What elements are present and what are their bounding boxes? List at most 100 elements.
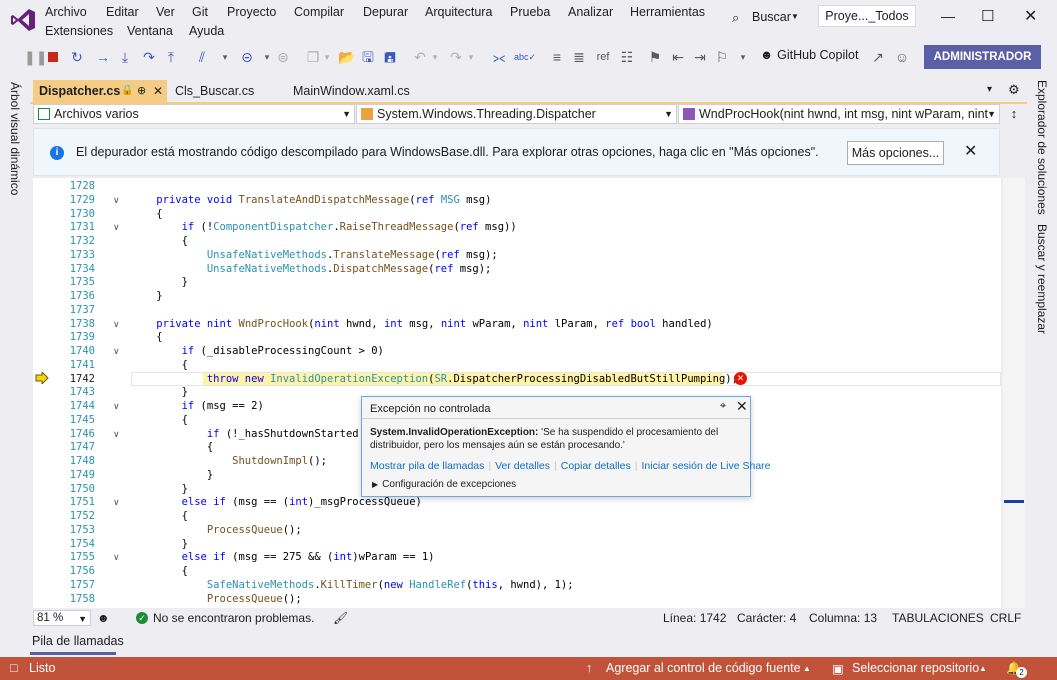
solution-name[interactable]: Proye..._Todos — [818, 5, 916, 27]
format-icon[interactable]: ⪥ — [490, 47, 508, 67]
split-window-icon[interactable]: ↕ — [1003, 104, 1025, 124]
copilot-status-icon[interactable]: ☻ — [97, 611, 110, 625]
navigate-back-icon[interactable]: ⊝ — [238, 47, 256, 67]
navigate-forward-icon[interactable]: ⊜ — [274, 47, 292, 67]
save-icon[interactable]: 🖫 — [360, 47, 376, 67]
maximize-icon[interactable]: ☐ — [981, 7, 994, 25]
menu-depurar[interactable]: Depurar — [363, 5, 408, 19]
restart-icon[interactable]: ↻ — [69, 47, 85, 67]
bookmark-icon[interactable]: ⚑ — [647, 47, 663, 67]
menu-proyecto[interactable]: Proyecto — [227, 5, 276, 19]
menu-ayuda[interactable]: Ayuda — [189, 24, 224, 38]
chevron-down-icon[interactable]: ▾ — [322, 47, 332, 67]
settings-icon[interactable]: ⚙ — [1008, 82, 1020, 98]
github-copilot-button[interactable]: ☻ GitHub Copilot — [760, 48, 858, 62]
vertical-scrollbar[interactable] — [1003, 178, 1025, 608]
tab-cls-buscar[interactable]: Cls_Buscar.cs — [169, 80, 287, 102]
view-details-link[interactable]: Ver detalles — [495, 460, 550, 472]
class-icon — [361, 108, 373, 120]
minimize-icon[interactable]: — — [941, 8, 955, 24]
close-tab-icon[interactable]: ✕ — [153, 80, 163, 102]
pause-icon[interactable]: ❚❚ — [24, 47, 47, 67]
show-next-statement-icon[interactable]: → — [96, 47, 110, 67]
tab-dispatcher[interactable]: Dispatcher.cs 🔒 ⊕ ✕ — [33, 80, 167, 102]
find-replace-tab[interactable]: Buscar y reemplazar — [1035, 224, 1049, 334]
add-to-source-control-button[interactable]: Agregar al control de código fuente — [606, 661, 801, 675]
redo-icon[interactable]: ↷ — [448, 47, 464, 67]
close-icon[interactable]: ✕ — [964, 141, 977, 161]
collapse-chevron-icon[interactable]: ∨ — [113, 429, 120, 440]
tab-call-stack[interactable]: Pila de llamadas — [32, 634, 124, 648]
stop-icon[interactable] — [46, 47, 60, 67]
collapse-chevron-icon[interactable]: ∨ — [113, 319, 120, 330]
chevron-down-icon[interactable]: ▾ — [220, 47, 230, 67]
hot-reload-icon[interactable]: ⫽ — [194, 47, 210, 67]
step-into-icon[interactable]: ⤓ — [117, 47, 133, 67]
error-icon[interactable]: ✕ — [734, 372, 747, 385]
copy-details-link[interactable]: Copiar detalles — [561, 460, 631, 472]
solution-explorer-tab[interactable]: Explorador de soluciones — [1035, 80, 1049, 215]
tab-mainwindow[interactable]: MainWindow.xaml.cs — [287, 80, 437, 102]
comment-icon[interactable]: ≡ — [548, 47, 566, 67]
collapse-chevron-icon[interactable]: ∨ — [113, 552, 120, 563]
collapse-chevron-icon[interactable]: ∨ — [113, 195, 120, 206]
menu-ventana[interactable]: Ventana — [127, 24, 173, 38]
menu-git[interactable]: Git — [192, 5, 208, 19]
menu-arquitectura[interactable]: Arquitectura — [425, 5, 492, 19]
step-out-icon[interactable]: ⤒ — [164, 47, 178, 67]
ref-icon[interactable]: ref — [594, 47, 612, 67]
live-share-link[interactable]: Iniciar sesión de Live Share — [642, 460, 771, 472]
step-over-icon[interactable]: ↷ — [141, 47, 157, 67]
feedback-icon[interactable]: ☺ — [894, 47, 910, 67]
menu-extensiones[interactable]: Extensiones — [45, 24, 113, 38]
clear-bookmarks-icon[interactable]: ⚐ — [714, 47, 730, 67]
tabs-indicator[interactable]: TABULACIONES — [892, 611, 984, 625]
show-call-stack-link[interactable]: Mostrar pila de llamadas — [370, 460, 484, 472]
collapse-chevron-icon[interactable]: ∨ — [113, 222, 120, 233]
chevron-down-icon[interactable]: ▾ — [987, 84, 992, 95]
live-visual-tree-tab[interactable]: Árbol visual dinámico — [8, 82, 22, 195]
more-options-button[interactable]: Más opciones... — [847, 141, 944, 165]
chevron-down-icon[interactable]: ▾ — [738, 47, 748, 67]
code-line: SafeNativeMethods.KillTimer(new HandleRe… — [206, 578, 574, 591]
uncomment-icon[interactable]: ≣ — [570, 47, 588, 67]
search-button[interactable]: ⌕ Buscar ▼ — [730, 6, 802, 26]
menu-analizar[interactable]: Analizar — [568, 5, 613, 19]
menu-prueba[interactable]: Prueba — [510, 5, 550, 19]
collapse-chevron-icon[interactable]: ∨ — [113, 346, 120, 357]
zoom-combo[interactable]: 81 % ▼ — [33, 610, 91, 626]
collapse-chevron-icon[interactable]: ∨ — [113, 497, 120, 508]
share-icon[interactable]: ↗ — [870, 47, 886, 67]
pin-icon[interactable]: ⌖ — [720, 400, 726, 413]
code-map-icon[interactable]: ☷ — [618, 47, 636, 67]
project-combo[interactable]: Archivos varios ▼ — [33, 104, 355, 124]
next-bookmark-icon[interactable]: ⇥ — [692, 47, 708, 67]
chevron-down-icon[interactable]: ▾ — [262, 47, 272, 67]
menu-archivo[interactable]: Archivo — [45, 5, 87, 19]
eol-indicator[interactable]: CRLF — [990, 611, 1021, 625]
chevron-down-icon[interactable]: ▾ — [466, 47, 476, 67]
undo-icon[interactable]: ↶ — [412, 47, 428, 67]
visual-studio-logo-icon[interactable] — [10, 7, 36, 33]
select-repository-button[interactable]: Seleccionar repositorio — [852, 661, 979, 675]
menu-compilar[interactable]: Compilar — [294, 5, 344, 19]
menu-herramientas[interactable]: Herramientas — [630, 5, 705, 19]
spell-check-icon[interactable]: abc✓ — [514, 47, 536, 67]
open-folder-icon[interactable]: 📂 — [338, 47, 355, 67]
exception-settings-expander[interactable]: ▶ Configuración de excepciones — [372, 479, 516, 490]
pin-icon[interactable]: ⊕ — [137, 80, 146, 102]
type-combo[interactable]: System.Windows.Threading.Dispatcher ▼ — [356, 104, 677, 124]
member-combo[interactable]: WndProcHook(nint hwnd, int msg, nint wPa… — [678, 104, 1000, 124]
collapse-chevron-icon[interactable]: ∨ — [113, 401, 120, 412]
chevron-down-icon[interactable]: ▾ — [430, 47, 440, 67]
close-window-icon[interactable]: ✕ — [1024, 6, 1037, 26]
previous-bookmark-icon[interactable]: ⇤ — [670, 47, 686, 67]
brush-icon[interactable]: 🖌 — [333, 611, 348, 625]
menu-ver[interactable]: Ver — [156, 5, 175, 19]
save-all-icon[interactable]: 🖪 — [382, 47, 398, 67]
close-icon[interactable]: ✕ — [736, 398, 748, 415]
menu-editar[interactable]: Editar — [106, 5, 139, 19]
new-project-icon[interactable]: ❐ — [304, 47, 322, 67]
problems-status[interactable]: No se encontraron problemas. — [153, 611, 314, 625]
code-editor[interactable]: 1728 1729 ∨ 1730 1731 ∨ 1732 1733 1734 1735 1736 17… — [33, 178, 1001, 608]
